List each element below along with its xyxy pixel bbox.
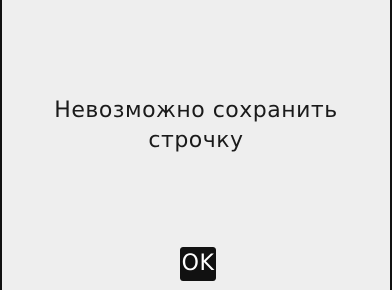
error-dialog: Невозможно сохранить строчку OK [0, 0, 392, 290]
screen-border-left [0, 0, 2, 290]
ok-button[interactable]: OK [180, 247, 216, 281]
error-message-line-2: строчку [148, 128, 244, 153]
error-message: Невозможно сохранить строчку [10, 96, 382, 156]
error-message-line-1: Невозможно сохранить [54, 98, 338, 123]
